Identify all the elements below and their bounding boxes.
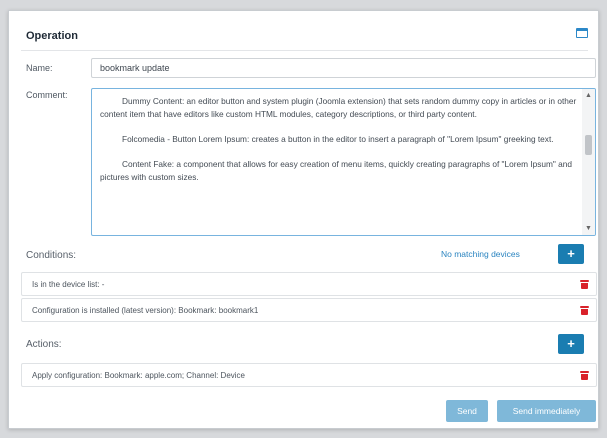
comment-text: Dummy Content: an editor button and syst… <box>100 95 578 196</box>
comment-paragraph: Folcomedia - Button Lorem Ipsum: creates… <box>122 133 554 144</box>
name-label: Name: <box>26 63 53 73</box>
no-matching-devices-link[interactable]: No matching devices <box>441 249 520 259</box>
scroll-down-icon[interactable]: ▼ <box>585 225 592 232</box>
add-condition-button[interactable]: + <box>558 244 584 264</box>
trash-icon[interactable] <box>580 306 589 315</box>
trash-icon[interactable] <box>580 280 589 289</box>
conditions-title: Conditions: <box>26 250 77 261</box>
header-divider <box>21 50 588 51</box>
comment-paragraph: Dummy Content: an editor button and syst… <box>100 96 577 119</box>
comment-scrollbar[interactable]: ▲ ▼ <box>582 89 595 235</box>
comment-textarea[interactable]: Dummy Content: an editor button and syst… <box>91 88 596 236</box>
name-input[interactable]: bookmark update <box>91 58 596 78</box>
trash-icon[interactable] <box>580 371 589 380</box>
action-text: Apply configuration: Bookmark: apple.com… <box>32 371 245 380</box>
action-row: Apply configuration: Bookmark: apple.com… <box>21 363 597 387</box>
condition-text: Is in the device list: - <box>32 280 105 289</box>
condition-row: Is in the device list: - <box>21 272 597 296</box>
window-icon[interactable] <box>576 28 588 38</box>
send-button[interactable]: Send <box>446 400 488 422</box>
condition-text: Configuration is installed (latest versi… <box>32 306 259 315</box>
condition-row: Configuration is installed (latest versi… <box>21 298 597 322</box>
scroll-thumb[interactable] <box>585 135 592 155</box>
add-action-button[interactable]: + <box>558 334 584 354</box>
actions-title: Actions: <box>26 339 62 350</box>
operation-panel: Operation Name: bookmark update Comment:… <box>8 10 599 429</box>
send-immediately-button[interactable]: Send immediately <box>497 400 596 422</box>
scroll-up-icon[interactable]: ▲ <box>585 92 592 99</box>
comment-label: Comment: <box>26 90 68 100</box>
comment-paragraph: Content Fake: a component that allows fo… <box>100 158 573 182</box>
page-title: Operation <box>26 30 78 42</box>
panel-header: Operation <box>9 11 598 51</box>
